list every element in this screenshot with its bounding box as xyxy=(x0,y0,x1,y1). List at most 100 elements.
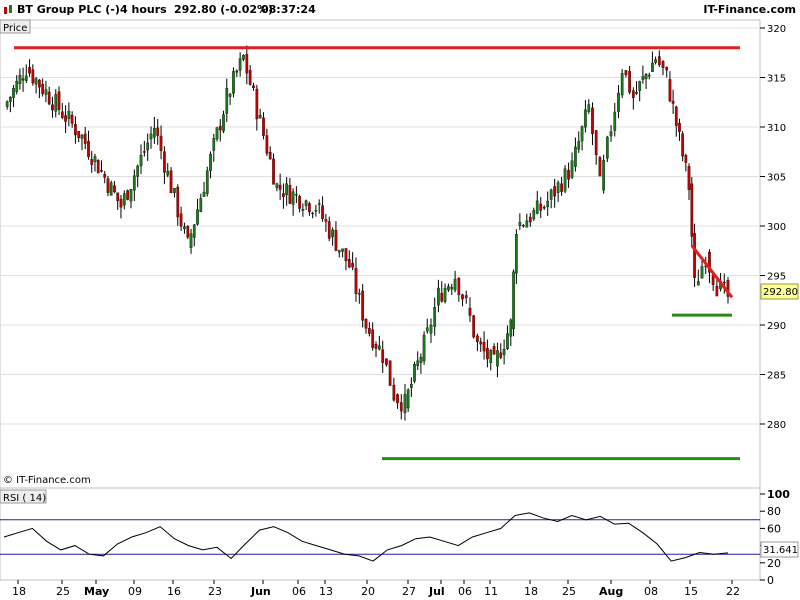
candle-down xyxy=(624,70,628,76)
candle-down xyxy=(176,186,180,218)
candle-down xyxy=(83,133,87,144)
candle-down xyxy=(248,70,252,85)
candle-up xyxy=(12,88,15,98)
candle-up xyxy=(409,384,413,388)
candle-down xyxy=(381,349,385,363)
candle-up xyxy=(67,111,71,119)
candle-up xyxy=(502,348,506,355)
candle-down xyxy=(367,328,371,334)
candle-down xyxy=(591,107,594,134)
candle-up xyxy=(301,209,305,211)
candle-up xyxy=(136,165,140,177)
candle-down xyxy=(70,114,74,124)
candle-up xyxy=(275,183,279,188)
candle-down xyxy=(521,225,525,227)
rsi-y-tick-label: 20 xyxy=(767,557,781,570)
candle-up xyxy=(295,194,298,196)
x-tick-label: 27 xyxy=(402,585,416,598)
candle-up xyxy=(291,191,295,205)
candle-down xyxy=(262,117,265,136)
candle-up xyxy=(285,183,288,196)
x-tick-label: 22 xyxy=(726,585,740,598)
candle-up xyxy=(644,74,648,79)
candle-up xyxy=(18,75,22,85)
candle-up xyxy=(146,142,150,151)
candle-up xyxy=(447,286,450,291)
candle-down xyxy=(528,217,532,223)
y-tick-label: 305 xyxy=(767,173,786,184)
copyright-text: © IT-Finance.com xyxy=(3,475,91,486)
candle-up xyxy=(93,156,97,162)
candle-down xyxy=(461,294,464,300)
candle-up xyxy=(378,345,381,350)
candle-down xyxy=(399,402,403,412)
candle-up xyxy=(205,170,209,194)
y-tick-label: 290 xyxy=(767,321,786,332)
candle-down xyxy=(690,183,694,237)
candle-up xyxy=(228,94,232,97)
candle-down xyxy=(268,151,272,159)
x-tick-label: 08 xyxy=(644,585,658,598)
x-tick-label: 23 xyxy=(208,585,222,598)
candle-up xyxy=(556,182,560,193)
candle-up xyxy=(580,126,584,142)
candle-down xyxy=(47,91,51,105)
candle-up xyxy=(314,210,318,212)
x-tick-label: 11 xyxy=(484,585,498,598)
rsi-panel xyxy=(0,487,761,581)
candle-down xyxy=(288,185,292,204)
candle-down xyxy=(351,263,354,268)
x-tick-label: May xyxy=(84,585,109,598)
candle-up xyxy=(532,210,536,220)
candle-down xyxy=(142,151,146,153)
candle-up xyxy=(509,319,513,337)
candle-up xyxy=(654,59,657,63)
x-tick-label: 13 xyxy=(319,585,333,598)
candle-up xyxy=(189,233,193,248)
candle-up xyxy=(535,200,539,214)
candle-up xyxy=(696,281,700,286)
candle-up xyxy=(9,96,12,102)
candle-up xyxy=(413,364,416,382)
candle-down xyxy=(542,206,546,209)
candle-up xyxy=(331,229,334,238)
candle-up xyxy=(199,198,203,212)
candle-down xyxy=(116,192,120,202)
candle-down xyxy=(499,352,503,358)
x-tick-label: 15 xyxy=(684,585,698,598)
candle-down xyxy=(272,158,275,185)
rsi-y-tick-label: 60 xyxy=(767,522,781,535)
candle-up xyxy=(311,212,314,215)
candle-down xyxy=(457,278,461,295)
chart-canvas[interactable]: 280 285 290 295 300 305 310 315 320 18 25 May 09 16 2… xyxy=(0,0,800,600)
candle-down xyxy=(364,319,368,329)
candle-up xyxy=(225,87,229,114)
candle-up xyxy=(44,89,48,95)
candle-up xyxy=(563,168,567,192)
candle-up xyxy=(337,249,341,253)
candle-up xyxy=(5,101,9,107)
candle-up xyxy=(232,71,235,94)
candle-down xyxy=(252,85,255,89)
candle-up xyxy=(109,182,113,196)
candle-up xyxy=(317,203,321,205)
candle-up xyxy=(651,62,654,72)
candle-down xyxy=(334,230,338,251)
candle-up xyxy=(419,356,423,363)
candle-up xyxy=(132,175,136,191)
candle-down xyxy=(486,347,489,360)
candle-up xyxy=(24,75,28,81)
candle-down xyxy=(354,268,358,294)
candle-up xyxy=(512,271,515,330)
x-tick-label: 20 xyxy=(361,585,375,598)
candle-up xyxy=(403,394,407,413)
candle-up xyxy=(54,94,58,112)
candle-up xyxy=(437,287,440,306)
candle-up xyxy=(613,111,617,131)
candle-up xyxy=(166,170,170,176)
candle-down xyxy=(567,170,570,180)
candle-down xyxy=(371,329,375,348)
candle-down xyxy=(77,131,81,139)
candle-down xyxy=(464,295,468,298)
candle-down xyxy=(361,290,365,321)
